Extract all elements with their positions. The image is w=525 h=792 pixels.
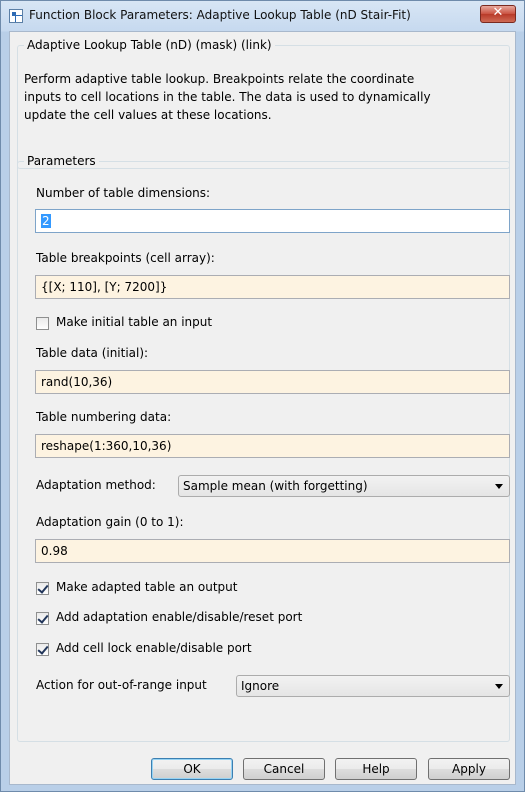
dialog-body: Adaptive Lookup Table (nD) (mask) (link)… — [9, 31, 516, 785]
table-data-input[interactable]: rand(10,36) — [35, 370, 510, 394]
initial-table-input-checkbox[interactable] — [36, 317, 49, 330]
apply-button[interactable]: Apply — [428, 758, 510, 780]
block-description: Perform adaptive table lookup. Breakpoin… — [24, 72, 431, 122]
chevron-down-icon — [495, 684, 503, 689]
help-button[interactable]: Help — [335, 758, 417, 780]
adaptation-gain-input[interactable]: 0.98 — [35, 539, 510, 563]
ok-button[interactable]: OK — [151, 758, 233, 780]
adaptation-gain-label: Adaptation gain (0 to 1): — [36, 515, 184, 529]
out-of-range-select[interactable]: Ignore — [236, 675, 510, 697]
numbering-input[interactable]: reshape(1:360,10,36) — [35, 434, 510, 458]
enable-port-checkbox[interactable] — [36, 612, 49, 625]
adaptation-method-label: Adaptation method: — [36, 478, 156, 492]
numbering-label: Table numbering data: — [36, 410, 172, 424]
num-dims-value: 2 — [41, 214, 51, 228]
close-icon: ✕ — [492, 5, 504, 20]
num-dims-label: Number of table dimensions: — [36, 186, 211, 200]
num-dims-input[interactable]: 2 — [35, 209, 510, 233]
cancel-button[interactable]: Cancel — [243, 758, 325, 780]
table-data-label: Table data (initial): — [36, 346, 149, 360]
adaptation-method-select[interactable]: Sample mean (with forgetting) — [178, 475, 510, 497]
cell-lock-checkbox[interactable] — [36, 643, 49, 656]
close-button[interactable]: ✕ — [480, 5, 516, 23]
simulink-block-icon — [9, 9, 23, 23]
title-bar[interactable]: Function Block Parameters: Adaptive Look… — [1, 1, 524, 31]
adapted-table-output-label[interactable]: Make adapted table an output — [56, 580, 237, 594]
adapted-table-output-checkbox[interactable] — [36, 582, 49, 595]
dialog-window: Function Block Parameters: Adaptive Look… — [0, 0, 525, 792]
out-of-range-value: Ignore — [241, 679, 280, 693]
adaptation-method-value: Sample mean (with forgetting) — [183, 479, 368, 493]
enable-port-label[interactable]: Add adaptation enable/disable/reset port — [56, 610, 302, 624]
cell-lock-label[interactable]: Add cell lock enable/disable port — [56, 641, 252, 655]
breakpoints-label: Table breakpoints (cell array): — [36, 251, 215, 265]
description-group-title: Adaptive Lookup Table (nD) (mask) (link) — [27, 38, 272, 52]
window-title: Function Block Parameters: Adaptive Look… — [29, 8, 411, 22]
out-of-range-label: Action for out-of-range input — [36, 678, 207, 692]
parameters-group-title: Parameters — [27, 154, 96, 168]
breakpoints-input[interactable]: {[X; 110], [Y; 7200]} — [35, 275, 510, 299]
chevron-down-icon — [495, 484, 503, 489]
initial-table-input-label[interactable]: Make initial table an input — [56, 315, 212, 329]
